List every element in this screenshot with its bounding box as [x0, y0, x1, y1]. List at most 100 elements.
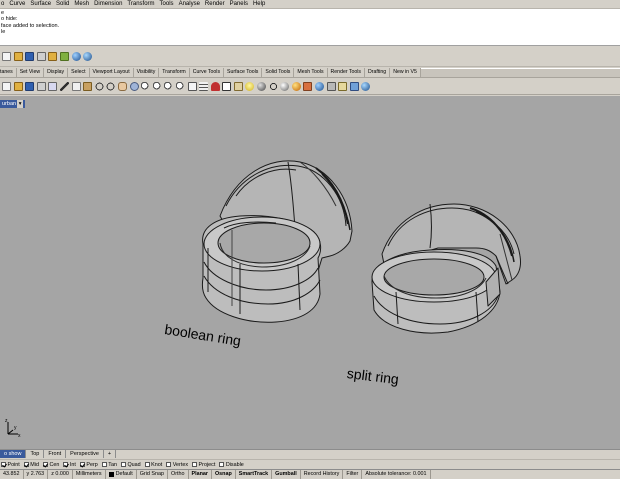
osnap-knot[interactable]: Knot	[144, 462, 162, 468]
toolbar-tab-set-view[interactable]: Set View	[16, 68, 45, 77]
pan-icon[interactable]	[117, 82, 127, 91]
help-globe-icon[interactable]	[83, 52, 93, 61]
menu-item-dimension[interactable]: Dimension	[94, 0, 122, 8]
zoom-selected-icon[interactable]	[175, 82, 185, 91]
zoom-window-icon[interactable]	[152, 82, 162, 91]
rendered-sphere-icon[interactable]	[280, 82, 290, 91]
osnap-vertex[interactable]: Vertex	[166, 462, 188, 468]
paste-icon[interactable]	[83, 82, 93, 91]
toolbar-tab-surface-tools[interactable]: Surface Tools	[224, 68, 263, 77]
osnap-perp[interactable]: Perp	[79, 462, 98, 468]
osnap-int[interactable]: Int	[63, 462, 76, 468]
osnap-checkbox[interactable]	[219, 462, 225, 467]
copy-icon[interactable]	[71, 82, 81, 91]
material-icon[interactable]	[303, 82, 313, 91]
menu-item-panels[interactable]: Panels	[230, 0, 248, 8]
osnap-checkbox[interactable]	[101, 462, 107, 467]
viewport-tab[interactable]: o show	[0, 450, 27, 458]
osnap-checkbox[interactable]	[1, 462, 6, 467]
save-icon[interactable]	[25, 52, 35, 61]
render-icon[interactable]	[291, 82, 301, 91]
status-gumball[interactable]: Gumball	[272, 470, 301, 479]
osnap-tan[interactable]: Tan	[101, 462, 117, 468]
save-icon[interactable]	[25, 82, 35, 91]
help-icon[interactable]	[361, 82, 371, 91]
options-globe-icon[interactable]	[315, 82, 325, 91]
toolbar-tab-solid-tools[interactable]: Solid Tools	[262, 68, 295, 77]
import-icon[interactable]	[48, 52, 58, 61]
osnap-project[interactable]: Project	[192, 462, 215, 468]
undo-icon[interactable]	[94, 82, 104, 91]
layer-indicator[interactable]: Default	[106, 470, 137, 479]
rotate-view-icon[interactable]	[129, 82, 139, 91]
plugin-icon[interactable]	[349, 82, 359, 91]
menu-item-solid[interactable]: Solid	[56, 0, 69, 8]
globe-icon[interactable]	[71, 52, 81, 61]
viewport-tab[interactable]: Top	[26, 450, 45, 458]
osnap-mid[interactable]: Mid	[23, 462, 39, 468]
osnap-checkbox[interactable]	[120, 462, 126, 467]
new-file-icon[interactable]	[2, 52, 11, 61]
osnap-cen[interactable]: Cen	[42, 462, 59, 468]
menu-item-transform[interactable]: Transform	[127, 0, 154, 8]
status-smarttrack[interactable]: SmartTrack	[236, 470, 273, 479]
perspective-viewport[interactable]: z y x urban ▾ boolean ring split ring	[0, 96, 620, 449]
zoom-extents-icon[interactable]	[164, 82, 174, 91]
viewport-tab[interactable]: Front	[44, 450, 67, 458]
print-icon[interactable]	[36, 52, 46, 61]
osnap-checkbox[interactable]	[79, 462, 85, 467]
light-bulb-icon[interactable]	[245, 82, 255, 91]
toolbar-tab-mesh-tools[interactable]: Mesh Tools	[294, 68, 328, 77]
osnap-checkbox[interactable]	[63, 462, 69, 467]
osnap-disable[interactable]: Disable	[219, 462, 244, 468]
menu-item-o[interactable]: o	[1, 0, 4, 8]
status-filter[interactable]: Filter	[343, 470, 363, 479]
status-grid-snap[interactable]: Grid Snap	[137, 470, 169, 479]
osnap-point[interactable]: Point	[1, 462, 20, 468]
properties-icon[interactable]	[48, 82, 58, 91]
menu-item-tools[interactable]: Tools	[160, 0, 174, 8]
set-cplane-icon[interactable]	[210, 82, 220, 91]
toolbar-tab-visibility[interactable]: Visibility	[133, 68, 160, 77]
osnap-quad[interactable]: Quad	[120, 462, 141, 468]
osnap-icon[interactable]	[338, 82, 348, 91]
wireframe-icon[interactable]	[268, 82, 278, 91]
viewport-title[interactable]: urban ▾	[0, 100, 26, 108]
new-icon[interactable]	[2, 82, 11, 91]
viewport-tab[interactable]: Perspective	[66, 450, 104, 458]
redo-icon[interactable]	[106, 82, 116, 91]
status-osnap[interactable]: Osnap	[212, 470, 236, 479]
select-icon[interactable]	[222, 82, 232, 91]
menu-item-analyse[interactable]: Analyse	[179, 0, 200, 8]
toolbar-tab-new-in-v5[interactable]: New in V5	[390, 68, 421, 77]
status-planar[interactable]: Planar	[189, 470, 212, 479]
toolbar-tab-display[interactable]: Display	[44, 68, 69, 77]
toolbar-tab-select[interactable]: Select	[68, 68, 90, 77]
osnap-checkbox[interactable]	[192, 462, 198, 467]
toolbar-tab-tanes[interactable]: tanes	[0, 68, 17, 77]
toolbar-tab-render-tools[interactable]: Render Tools	[327, 68, 366, 77]
camera-icon[interactable]	[326, 82, 336, 91]
toolbar-tab-transform[interactable]: Transform	[159, 68, 190, 77]
viewport-grid-icon[interactable]	[199, 82, 209, 91]
four-views-icon[interactable]	[187, 82, 197, 91]
menu-item-render[interactable]: Render	[205, 0, 225, 8]
menu-item-mesh[interactable]: Mesh	[74, 0, 89, 8]
layer-icon[interactable]	[233, 82, 243, 91]
menu-item-curve[interactable]: Curve	[9, 0, 25, 8]
toolbar-tab-drafting[interactable]: Drafting	[365, 68, 391, 77]
open-file-icon[interactable]	[13, 52, 23, 61]
viewport-menu-arrow-icon[interactable]: ▾	[17, 100, 24, 108]
menu-item-help[interactable]: Help	[253, 0, 265, 8]
cut-icon[interactable]	[59, 82, 69, 91]
model-scene[interactable]: z y x	[0, 96, 620, 449]
osnap-checkbox[interactable]	[42, 462, 48, 467]
menu-item-surface[interactable]: Surface	[30, 0, 51, 8]
toolbar-tab-curve-tools[interactable]: Curve Tools	[189, 68, 225, 77]
osnap-checkbox[interactable]	[144, 462, 150, 467]
units[interactable]: Millimeters	[73, 470, 106, 479]
print-icon[interactable]	[36, 82, 46, 91]
osnap-checkbox[interactable]	[166, 462, 172, 467]
status-record-history[interactable]: Record History	[301, 470, 344, 479]
osnap-checkbox[interactable]	[23, 462, 29, 467]
